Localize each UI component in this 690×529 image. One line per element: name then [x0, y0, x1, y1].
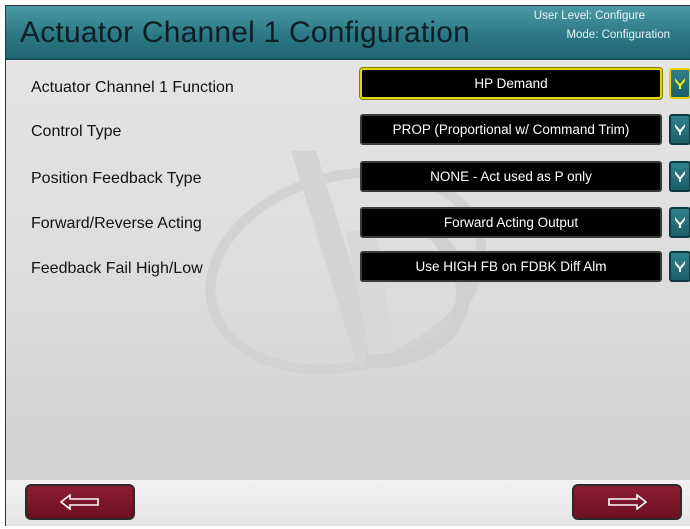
chevron-down-icon [675, 261, 685, 272]
control-type-dropdown-button[interactable] [669, 114, 690, 145]
page-title: Actuator Channel 1 Configuration [20, 16, 471, 49]
position-feedback-type-dropdown-button[interactable] [669, 161, 690, 192]
forward-reverse-acting-field[interactable]: Forward Acting Output [360, 207, 662, 238]
header-bar: Actuator Channel 1 Configuration User Le… [6, 6, 690, 60]
arrow-left-icon [60, 494, 99, 510]
actuator-function-label: Actuator Channel 1 Function [31, 79, 234, 96]
chevron-down-icon [675, 171, 685, 182]
feedback-fail-high-low-label: Feedback Fail High/Low [31, 260, 203, 277]
back-button[interactable] [25, 484, 135, 520]
position-feedback-type-field[interactable]: NONE - Act used as P only [360, 161, 662, 192]
configuration-screen: Actuator Channel 1 Configuration User Le… [5, 5, 690, 526]
control-type-field[interactable]: PROP (Proportional w/ Command Trim) [360, 114, 662, 145]
feedback-fail-high-low-field[interactable]: Use HIGH FB on FDBK Diff Alm [360, 251, 662, 282]
arrow-right-icon [608, 494, 647, 510]
user-level-text: User Level: Configure [533, 10, 645, 22]
forward-reverse-acting-label: Forward/Reverse Acting [31, 215, 202, 232]
chevron-down-icon [675, 124, 685, 135]
feedback-fail-high-low-dropdown-button[interactable] [669, 251, 690, 282]
chevron-down-icon [675, 78, 685, 89]
actuator-function-field[interactable]: HP Demand [360, 68, 662, 99]
chevron-down-icon [675, 217, 685, 228]
forward-reverse-acting-dropdown-button[interactable] [669, 207, 690, 238]
control-type-label: Control Type [31, 123, 122, 140]
actuator-function-dropdown-button[interactable] [669, 68, 690, 99]
position-feedback-type-label: Position Feedback Type [31, 170, 202, 187]
mode-text: Mode: Configuration [566, 29, 670, 41]
next-button[interactable] [572, 484, 682, 520]
